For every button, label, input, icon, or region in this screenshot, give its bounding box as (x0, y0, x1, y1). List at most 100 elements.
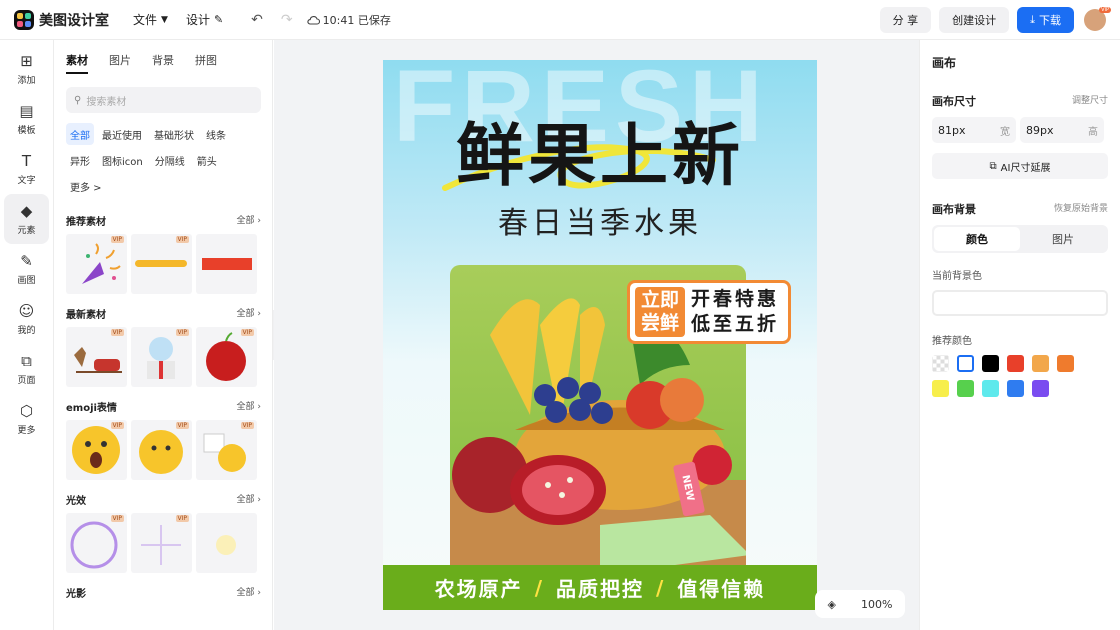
see-all-link[interactable]: 全部 › (237, 399, 261, 414)
material-snow-globe[interactable]: VIP (131, 327, 192, 387)
user-icon: ☺ (18, 302, 35, 320)
layers-icon[interactable]: ◈ (828, 598, 836, 611)
redo-icon[interactable]: ↷ (281, 12, 293, 28)
avatar[interactable]: VIP (1084, 7, 1111, 31)
download-button[interactable]: ⤓ 下载 (1017, 7, 1074, 33)
chip-recent[interactable]: 最近使用 (98, 123, 146, 145)
promo-left-line-1: 立即 (640, 289, 679, 311)
chip-icons[interactable]: 图标icon (98, 149, 147, 171)
app-logo[interactable]: 美图设计室 (14, 9, 109, 30)
color-swatch[interactable] (957, 355, 974, 372)
share-button[interactable]: 分 享 (879, 7, 932, 33)
effect-glow[interactable] (196, 513, 257, 573)
chip-all[interactable]: 全部 (66, 123, 94, 145)
design-menu-button[interactable]: 设计 ✎ (186, 11, 223, 28)
properties-panel: 画布 画布尺寸 调整尺寸 81px 宽 89px 高 ⧉ AI尺寸延展 画布背景… (919, 40, 1120, 630)
ai-extend-button[interactable]: ⧉ AI尺寸延展 (932, 153, 1108, 179)
color-swatch[interactable] (1057, 355, 1074, 372)
search-input[interactable]: ⚲ 搜索素材 (66, 87, 261, 113)
section-header: emoji表情 全部 › (55, 399, 272, 414)
vip-tag: VIP (175, 329, 189, 336)
emoji-vote[interactable]: VIP (196, 420, 257, 480)
tab-background[interactable]: 背景 (152, 52, 174, 74)
undo-icon[interactable]: ↶ (251, 12, 263, 28)
rail-item-6[interactable]: ⧉ 页面 (0, 344, 53, 394)
poster-subtitle[interactable]: 春日当季水果 (383, 198, 817, 242)
rail-item-0[interactable]: ⊞ 添加 (0, 44, 53, 94)
width-field[interactable]: 81px 宽 (932, 117, 1016, 143)
rail-item-label: 元素 (17, 226, 36, 236)
chip-more[interactable]: 更多 > (66, 175, 106, 197)
color-swatch[interactable] (1007, 380, 1024, 397)
seg-color[interactable]: 颜色 (934, 227, 1020, 251)
see-all-link[interactable]: 全部 › (237, 585, 261, 600)
glow-icon (216, 535, 236, 555)
emoji-shocked[interactable]: VIP (66, 420, 127, 480)
zoom-value[interactable]: 100% (861, 598, 892, 611)
rail-item-label: 文字 (17, 176, 36, 186)
poster-title[interactable]: 鲜果上新 (383, 100, 817, 199)
promo-right-line-2: 低至五折 (691, 313, 780, 335)
color-swatch[interactable] (957, 380, 974, 397)
seg-image[interactable]: 图片 (1020, 227, 1106, 251)
rail-item-7[interactable]: ⬡ 更多 (0, 394, 53, 444)
cube-icon: ⬡ (19, 402, 34, 420)
color-swatch[interactable] (982, 380, 999, 397)
plus-square-icon: ⊞ (20, 52, 33, 70)
rail-item-2[interactable]: T 文字 (0, 144, 53, 194)
chip-irregular[interactable]: 异形 (66, 149, 94, 171)
effect-bubble[interactable]: VIP (66, 513, 127, 573)
material-party-popper[interactable]: VIP (66, 234, 127, 294)
restore-bg-link[interactable]: 恢复原始背景 (1054, 201, 1108, 217)
zoom-control[interactable]: ◈ 100% (815, 590, 905, 618)
rail-item-label: 页面 (17, 376, 36, 386)
file-menu-button[interactable]: 文件 ▼ (133, 11, 168, 28)
color-swatch[interactable] (1032, 355, 1049, 372)
effect-sparkle[interactable]: VIP (131, 513, 192, 573)
create-design-button[interactable]: 创建设计 (939, 7, 1010, 33)
see-all-link[interactable]: 全部 › (237, 213, 261, 228)
rail-item-label: 画图 (17, 276, 36, 286)
height-field[interactable]: 89px 高 (1020, 117, 1104, 143)
see-all-link[interactable]: 全部 › (237, 492, 261, 507)
bottom-text-3: 值得信赖 (677, 577, 766, 601)
adjust-size-link[interactable]: 调整尺寸 (1072, 93, 1108, 109)
rail-item-3[interactable]: ◆ 元素 (4, 194, 49, 244)
material-brush-stroke-yellow[interactable]: VIP (131, 234, 192, 294)
poster-bottom-bar[interactable]: 农场原产 / 品质把控 / 值得信赖 (383, 565, 817, 610)
current-bg-field[interactable] (932, 290, 1108, 316)
section-title: 最新素材 (66, 310, 106, 321)
color-swatch[interactable] (932, 380, 949, 397)
bottom-text-2: 品质把控 (556, 577, 644, 601)
color-swatch[interactable] (932, 355, 949, 372)
resize-icon: ⧉ (989, 160, 997, 172)
tab-collage[interactable]: 拼图 (195, 52, 217, 74)
search-placeholder: 搜索素材 (86, 96, 127, 108)
material-apple[interactable]: VIP (196, 327, 257, 387)
color-swatch[interactable] (982, 355, 999, 372)
color-swatch[interactable] (1032, 380, 1049, 397)
promo-badge[interactable]: 立即 尝鲜 开春特惠 低至五折 (627, 280, 791, 344)
recommended-row: 推荐颜色 (920, 332, 1120, 347)
material-sleigh[interactable]: VIP (66, 327, 127, 387)
promo-left-line-2: 尝鲜 (640, 312, 679, 334)
vip-tag: VIP (240, 422, 254, 429)
tab-material[interactable]: 素材 (66, 52, 88, 74)
rail-item-5[interactable]: ☺ 我的 (0, 294, 53, 344)
emoji-thinking[interactable]: VIP (131, 420, 192, 480)
see-all-link[interactable]: 全部 › (237, 306, 261, 321)
rail-item-1[interactable]: ▤ 模板 (0, 94, 53, 144)
chip-basic-shapes[interactable]: 基础形状 (150, 123, 198, 145)
poster-canvas[interactable]: FRESH 鲜果上新 春日当季水果 NEW 立即 尝鲜 开春特惠 低至五折 农场… (383, 60, 817, 610)
chip-dividers[interactable]: 分隔线 (151, 149, 189, 171)
vip-tag: VIP (175, 236, 189, 243)
tab-images[interactable]: 图片 (109, 52, 131, 74)
material-red-bar[interactable] (196, 234, 257, 294)
thinking-face-icon (139, 430, 183, 474)
shocked-face-icon (72, 426, 120, 474)
color-swatch[interactable] (1007, 355, 1024, 372)
chip-arrows[interactable]: 箭头 (193, 149, 221, 171)
rail-item-4[interactable]: ✎ 画图 (0, 244, 53, 294)
thumb-row: VIP VIP (55, 507, 272, 573)
chip-lines[interactable]: 线条 (202, 123, 230, 145)
